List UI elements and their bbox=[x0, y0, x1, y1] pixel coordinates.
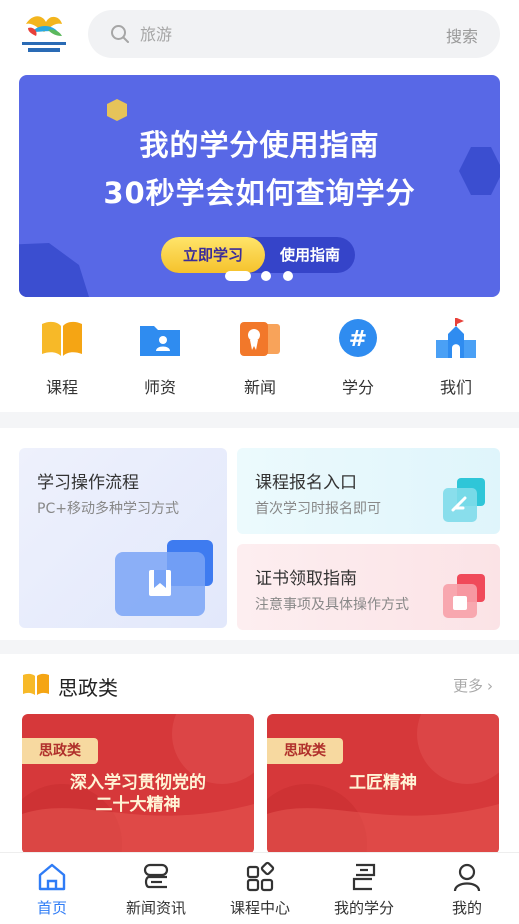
banner-title-line1: 我的学分使用指南 bbox=[139, 128, 380, 162]
quick-nav-label: 新闻 bbox=[243, 378, 276, 397]
card-title: 学习操作流程 bbox=[37, 473, 139, 493]
carousel-dot-active[interactable] bbox=[225, 271, 251, 281]
tab-my-credits[interactable]: 我的学分 bbox=[312, 853, 416, 924]
search-button[interactable]: 搜索 bbox=[446, 23, 478, 47]
svg-text:#: # bbox=[349, 327, 367, 352]
book-section-icon bbox=[22, 672, 50, 696]
tab-label: 新闻资讯 bbox=[125, 899, 186, 917]
promo-banner[interactable]: 我的学分使用指南 30秒学会如何查询学分 立即学习 使用指南 bbox=[19, 75, 500, 297]
course-tag: 思政类 bbox=[22, 738, 98, 764]
credit-icon: # bbox=[336, 318, 380, 360]
card-subtitle: PC+移动多种学习方式 bbox=[37, 501, 179, 517]
search-input[interactable] bbox=[140, 20, 420, 48]
section-title: 思政类 bbox=[58, 676, 118, 700]
home-icon bbox=[36, 861, 68, 893]
more-link[interactable]: 更多 › bbox=[453, 675, 493, 696]
card-title: 课程报名入口 bbox=[255, 473, 357, 493]
certificate-icon bbox=[443, 574, 485, 618]
news-tab-icon bbox=[140, 861, 172, 893]
tab-label: 课程中心 bbox=[229, 899, 290, 917]
course-title-line2: 二十大精神 bbox=[95, 795, 181, 815]
banner-pill: 立即学习 使用指南 bbox=[161, 237, 355, 273]
quick-nav-teachers[interactable]: 师资 bbox=[118, 314, 198, 404]
quick-nav-courses[interactable]: 课程 bbox=[20, 314, 100, 404]
header: 搜索 bbox=[0, 0, 519, 68]
carousel-dot[interactable] bbox=[283, 271, 293, 281]
logo[interactable] bbox=[18, 10, 70, 58]
search-icon bbox=[110, 24, 130, 44]
enroll-icon bbox=[443, 478, 485, 522]
course-title-line1: 深入学习贯彻党的 bbox=[70, 773, 206, 793]
quick-nav-about[interactable]: 我们 bbox=[414, 314, 494, 404]
quick-nav-label: 我们 bbox=[439, 378, 472, 397]
quick-nav-label: 课程 bbox=[45, 378, 78, 397]
search-bar[interactable]: 搜索 bbox=[88, 10, 500, 58]
tab-label: 我的 bbox=[451, 899, 482, 917]
quick-nav-news[interactable]: 新闻 bbox=[218, 314, 298, 404]
course-card[interactable]: 思政类 工匠精神 bbox=[267, 714, 499, 854]
home-page: 搜索 我的学分使用指南 30秒学会如何查询学分 立即学习 使用指南 bbox=[0, 0, 519, 924]
tab-label: 我的学分 bbox=[333, 899, 394, 917]
quick-nav-label: 师资 bbox=[143, 378, 176, 397]
bottom-tab-bar: 首页 新闻资讯 课程中心 我的学分 我的 bbox=[0, 852, 519, 924]
bookmark-illustration-icon bbox=[115, 540, 213, 616]
chevron-right-icon: › bbox=[487, 677, 493, 695]
carousel-dot[interactable] bbox=[261, 271, 271, 281]
card-subtitle: 首次学习时报名即可 bbox=[255, 501, 381, 517]
user-guide-button[interactable]: 使用指南 bbox=[265, 237, 355, 273]
card-certificate-guide[interactable]: 证书领取指南 注意事项及具体操作方式 bbox=[237, 544, 500, 630]
quick-nav-label: 学分 bbox=[341, 378, 374, 397]
grid-icon bbox=[244, 861, 276, 893]
course-title-line1: 工匠精神 bbox=[349, 773, 417, 793]
tab-label: 首页 bbox=[36, 899, 67, 917]
news-icon bbox=[238, 318, 282, 360]
quick-nav: 课程 师资 新闻 # 学分 我们 bbox=[0, 314, 519, 404]
credit-tab-icon bbox=[348, 861, 380, 893]
card-course-enroll[interactable]: 课程报名入口 首次学习时报名即可 bbox=[237, 448, 500, 534]
book-icon bbox=[40, 318, 84, 360]
course-tag: 思政类 bbox=[267, 738, 343, 764]
tab-course-center[interactable]: 课程中心 bbox=[208, 853, 312, 924]
more-label: 更多 bbox=[452, 677, 483, 695]
teacher-folder-icon bbox=[138, 318, 182, 360]
course-card[interactable]: 思政类 深入学习贯彻党的 二十大精神 bbox=[22, 714, 254, 854]
section-divider bbox=[0, 412, 519, 428]
tab-mine[interactable]: 我的 bbox=[415, 853, 519, 924]
section-divider bbox=[0, 640, 519, 654]
card-subtitle: 注意事项及具体操作方式 bbox=[255, 597, 409, 613]
quick-nav-credits[interactable]: # 学分 bbox=[316, 314, 396, 404]
learn-now-button[interactable]: 立即学习 bbox=[161, 237, 265, 273]
person-icon bbox=[451, 861, 483, 893]
tab-news[interactable]: 新闻资讯 bbox=[104, 853, 208, 924]
banner-title-line2: 30秒学会如何查询学分 bbox=[103, 176, 416, 210]
card-learning-process[interactable]: 学习操作流程 PC+移动多种学习方式 bbox=[19, 448, 227, 628]
building-icon bbox=[434, 318, 478, 360]
tab-home[interactable]: 首页 bbox=[0, 853, 104, 924]
card-title: 证书领取指南 bbox=[255, 569, 357, 589]
